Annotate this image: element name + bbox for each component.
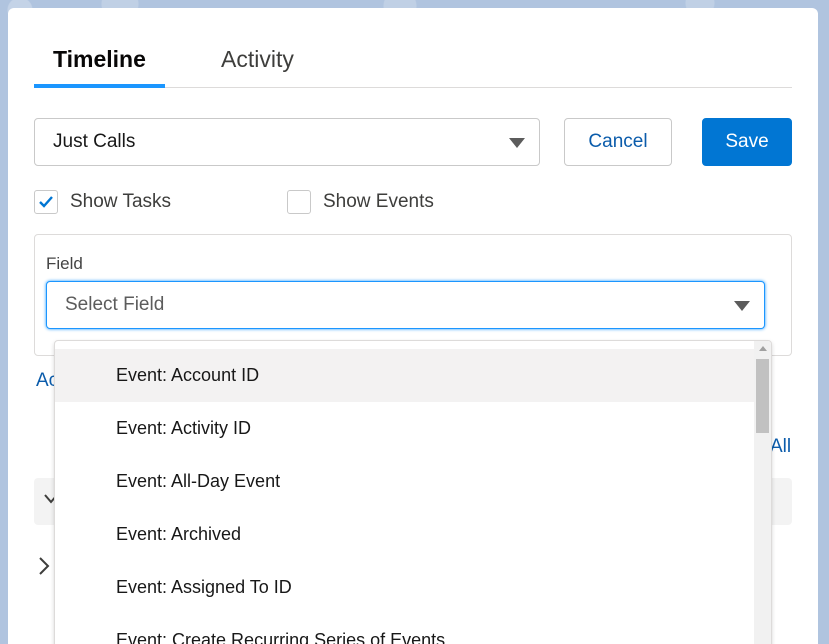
select-all-link[interactable]: All	[770, 436, 791, 458]
field-dropdown-list: Event: Account ID Event: Activity ID Eve…	[54, 340, 772, 644]
cancel-button[interactable]: Cancel	[564, 118, 672, 166]
show-events-label: Show Events	[323, 191, 434, 212]
show-tasks-checkbox[interactable]: Show Tasks	[34, 189, 171, 215]
save-button[interactable]: Save	[702, 118, 792, 166]
tab-timeline[interactable]: Timeline	[34, 44, 165, 88]
dropdown-option[interactable]: Event: Create Recurring Series of Events	[55, 614, 755, 644]
dropdown-option[interactable]: Event: Archived	[55, 508, 755, 561]
chevron-down-icon	[734, 301, 750, 311]
chevron-down-icon	[509, 138, 525, 148]
filter-select-value: Just Calls	[53, 131, 136, 152]
show-events-checkbox[interactable]: Show Events	[287, 189, 434, 215]
show-tasks-label: Show Tasks	[70, 191, 172, 212]
filter-select[interactable]: Just Calls	[34, 118, 540, 166]
scroll-up-icon[interactable]	[759, 346, 767, 351]
dropdown-option[interactable]: Event: Activity ID	[55, 402, 755, 455]
dropdown-scrollbar[interactable]	[754, 341, 771, 644]
field-select-placeholder: Select Field	[65, 294, 165, 315]
checkbox-checked[interactable]	[34, 190, 58, 214]
checkmark-icon	[39, 196, 53, 208]
tab-bar: Timeline Activity	[34, 8, 792, 88]
scroll-thumb[interactable]	[756, 359, 769, 433]
dropdown-option[interactable]: Event: All-Day Event	[55, 455, 755, 508]
dropdown-option[interactable]: Event: Account ID	[55, 349, 755, 402]
field-label: Field	[46, 254, 83, 273]
field-select[interactable]: Select Field	[46, 281, 765, 329]
dropdown-option[interactable]: Event: Assigned To ID	[55, 561, 755, 614]
checkbox-unchecked[interactable]	[287, 190, 311, 214]
chevron-right-icon[interactable]	[38, 556, 50, 576]
tab-activity[interactable]: Activity	[202, 44, 313, 88]
